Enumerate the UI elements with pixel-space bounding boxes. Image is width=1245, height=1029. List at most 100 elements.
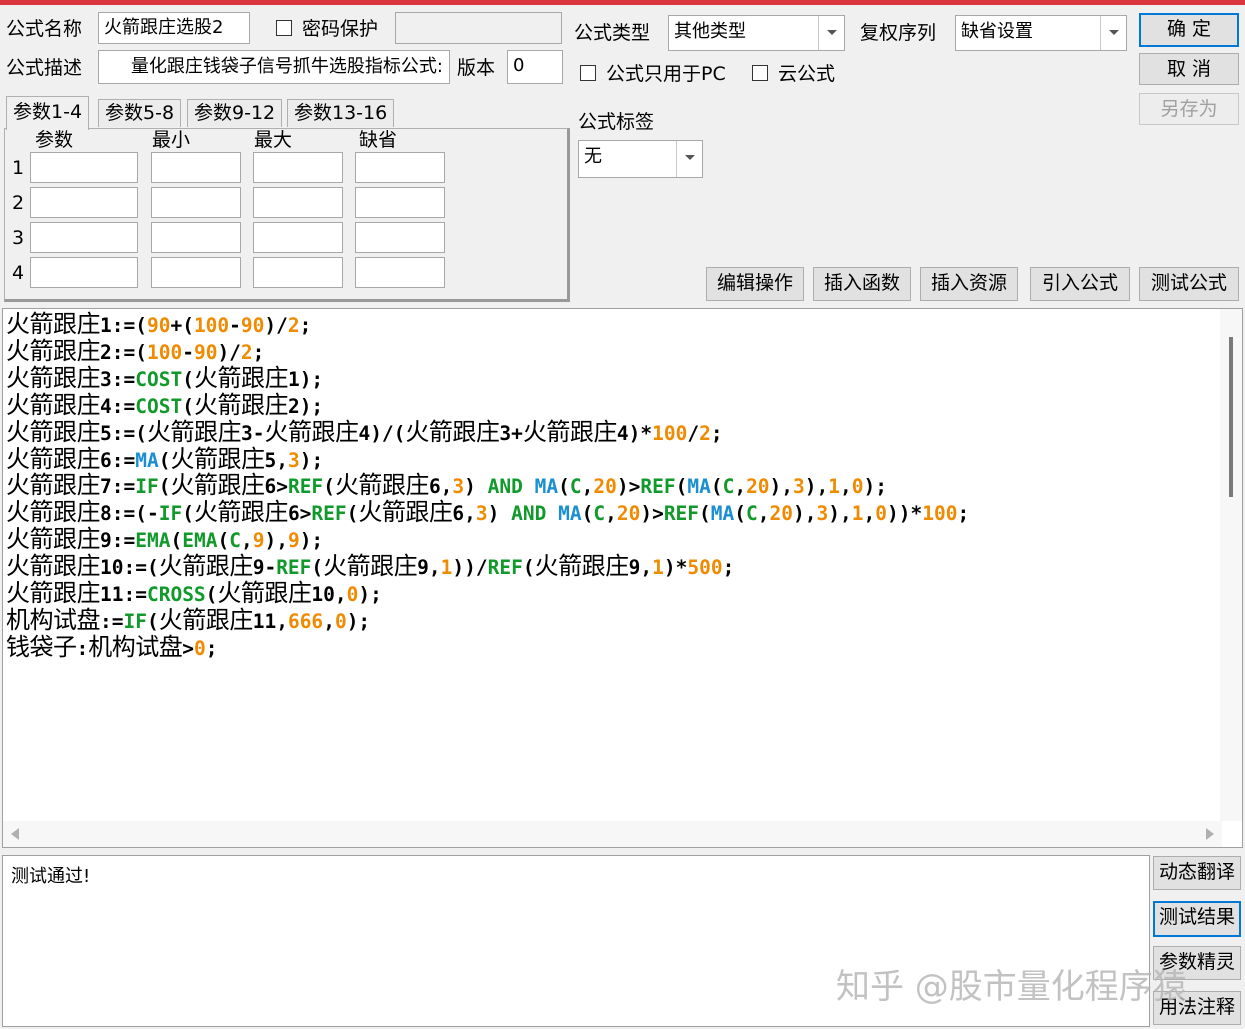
code-token: 100 bbox=[922, 502, 958, 526]
code-line[interactable]: 机构试盘:=IF(火箭跟庄11,666,0); bbox=[6, 607, 969, 635]
code-token: 20 bbox=[746, 475, 770, 499]
param-input-min[interactable] bbox=[151, 152, 241, 183]
code-token: , bbox=[323, 609, 335, 633]
tab-params-13-16[interactable]: 参数13-16 bbox=[287, 99, 395, 127]
vertical-scrollbar[interactable] bbox=[1220, 309, 1242, 821]
code-token: / bbox=[687, 421, 700, 445]
adjust-select[interactable]: 缺省设置 bbox=[955, 15, 1127, 51]
code-line[interactable]: 火箭跟庄11:=CROSS(火箭跟庄10,0); bbox=[6, 580, 969, 608]
formula-desc-input[interactable]: 量化跟庄钱袋子信号抓牛选股指标公式: bbox=[98, 50, 450, 84]
code-line[interactable]: 火箭跟庄1:=(90+(100-90)/2; bbox=[6, 310, 969, 339]
param-input-max[interactable] bbox=[253, 257, 343, 288]
code-token: 火箭跟庄 bbox=[6, 336, 101, 365]
code-token: 4)* bbox=[616, 421, 653, 445]
formula-name-input[interactable]: 火箭跟庄选股2 bbox=[98, 12, 250, 44]
scroll-left-icon[interactable] bbox=[11, 828, 19, 840]
cancel-button[interactable]: 取 消 bbox=[1139, 53, 1239, 85]
code-token: ))/ bbox=[452, 556, 488, 580]
param-input-min[interactable] bbox=[151, 187, 241, 218]
code-token: REF bbox=[276, 556, 312, 580]
code-line[interactable]: 火箭跟庄4:=COST(火箭跟庄2); bbox=[6, 392, 969, 420]
param-input-max[interactable] bbox=[253, 152, 343, 183]
param-input-name[interactable] bbox=[30, 257, 138, 288]
code-line[interactable]: 火箭跟庄6:=MA(火箭跟庄5,3); bbox=[6, 444, 969, 474]
code-token: )> bbox=[640, 502, 664, 526]
param-input-name[interactable] bbox=[30, 222, 138, 253]
code-line[interactable]: 火箭跟庄10:=(火箭跟庄9-REF(火箭跟庄9,1))/REF(火箭跟庄9,1… bbox=[6, 553, 969, 581]
code-token: IF bbox=[123, 609, 147, 633]
test-result-button[interactable]: 测试结果 bbox=[1153, 901, 1241, 937]
code-token: ( bbox=[581, 502, 594, 526]
code-token: , bbox=[863, 502, 876, 526]
code-token: ) bbox=[487, 502, 512, 526]
ok-button[interactable]: 确 定 bbox=[1139, 13, 1239, 47]
code-token: 6> bbox=[264, 475, 288, 499]
code-token: 10, bbox=[311, 583, 347, 607]
code-token: 666 bbox=[287, 609, 324, 633]
param-input-default[interactable] bbox=[355, 152, 445, 183]
code-token: ), bbox=[793, 502, 817, 526]
password-input[interactable] bbox=[395, 12, 562, 44]
code-token: 20 bbox=[593, 475, 617, 499]
save-as-button[interactable]: 另存为 bbox=[1139, 93, 1239, 125]
version-input[interactable]: 0 bbox=[507, 50, 563, 84]
insert-func-button[interactable]: 插入函数 bbox=[813, 267, 911, 301]
param-input-name[interactable] bbox=[30, 152, 138, 183]
test-formula-button[interactable]: 测试公式 bbox=[1139, 267, 1239, 301]
code-token: ; bbox=[205, 636, 218, 660]
param-input-max[interactable] bbox=[253, 187, 343, 218]
dynamic-translate-button[interactable]: 动态翻译 bbox=[1153, 856, 1241, 890]
param-input-min[interactable] bbox=[151, 222, 241, 253]
code-line[interactable]: 火箭跟庄3:=COST(火箭跟庄1); bbox=[6, 365, 969, 393]
code-line[interactable]: 火箭跟庄7:=IF(火箭跟庄6>REF(火箭跟庄6,3) AND MA(C,20… bbox=[6, 472, 969, 500]
code-token: 6, bbox=[452, 502, 476, 526]
code-token: ); bbox=[346, 609, 371, 633]
code-line[interactable]: 火箭跟庄2:=(100-90)/2; bbox=[6, 336, 969, 366]
chevron-down-icon[interactable] bbox=[676, 141, 702, 177]
code-token: ( bbox=[323, 475, 335, 499]
horizontal-scrollbar[interactable] bbox=[3, 821, 1222, 847]
version-label: 版本 bbox=[457, 57, 496, 79]
param-input-default[interactable] bbox=[355, 257, 445, 288]
tab-params-5-8[interactable]: 参数5-8 bbox=[98, 99, 182, 127]
param-input-max[interactable] bbox=[253, 222, 343, 253]
tag-select[interactable]: 无 bbox=[578, 140, 703, 178]
param-input-min[interactable] bbox=[151, 257, 241, 288]
code-token: 火箭跟庄 bbox=[170, 444, 265, 473]
code-token: C bbox=[229, 529, 241, 553]
code-token: 5, bbox=[264, 448, 288, 472]
param-input-default[interactable] bbox=[355, 187, 445, 218]
scroll-right-icon[interactable] bbox=[1206, 828, 1214, 840]
param-input-default[interactable] bbox=[355, 222, 445, 253]
code-line[interactable]: 钱袋子:机构试盘>0; bbox=[6, 634, 969, 662]
code-line[interactable]: 火箭跟庄8:=(-IF(火箭跟庄6>REF(火箭跟庄6,3) AND MA(C,… bbox=[6, 499, 969, 527]
code-token: , bbox=[240, 529, 253, 553]
code-token: C bbox=[569, 475, 582, 499]
param-input-name[interactable] bbox=[30, 187, 138, 218]
code-token: 火箭跟庄 bbox=[6, 310, 101, 338]
code-token: 1 bbox=[851, 502, 864, 526]
chevron-down-icon[interactable] bbox=[1100, 16, 1126, 50]
code-line[interactable]: 火箭跟庄9:=EMA(EMA(C,9),9); bbox=[6, 526, 969, 554]
scroll-thumb[interactable] bbox=[1229, 337, 1233, 497]
code-token: ( bbox=[182, 502, 194, 526]
tab-params-9-12[interactable]: 参数9-12 bbox=[187, 99, 283, 127]
code-token: ); bbox=[299, 529, 324, 553]
tab-params-1-4[interactable]: 参数1-4 bbox=[6, 96, 90, 130]
code-token: ))* bbox=[886, 502, 923, 526]
edit-ops-button[interactable]: 编辑操作 bbox=[706, 267, 804, 301]
code-token: ( bbox=[346, 502, 359, 526]
import-formula-button[interactable]: 引入公式 bbox=[1030, 267, 1130, 301]
code-text[interactable]: 火箭跟庄1:=(90+(100-90)/2; 火箭跟庄2:=(100-90)/2;… bbox=[6, 310, 969, 662]
pc-only-checkbox[interactable] bbox=[580, 65, 596, 81]
formula-type-select[interactable]: 其他类型 bbox=[668, 15, 845, 51]
insert-resource-button[interactable]: 插入资源 bbox=[920, 267, 1018, 301]
cloud-checkbox[interactable] bbox=[752, 65, 768, 81]
password-checkbox[interactable] bbox=[276, 20, 292, 36]
adjust-label: 复权序列 bbox=[860, 22, 937, 44]
code-editor[interactable]: 火箭跟庄1:=(90+(100-90)/2; 火箭跟庄2:=(100-90)/2;… bbox=[2, 308, 1243, 848]
chevron-down-icon[interactable] bbox=[818, 16, 844, 50]
watermark-text: 知乎 @股市量化程序猿 bbox=[836, 967, 1187, 1007]
code-line[interactable]: 火箭跟庄5:=(火箭跟庄3-火箭跟庄4)/(火箭跟庄3+火箭跟庄4)*100/2… bbox=[6, 419, 969, 447]
